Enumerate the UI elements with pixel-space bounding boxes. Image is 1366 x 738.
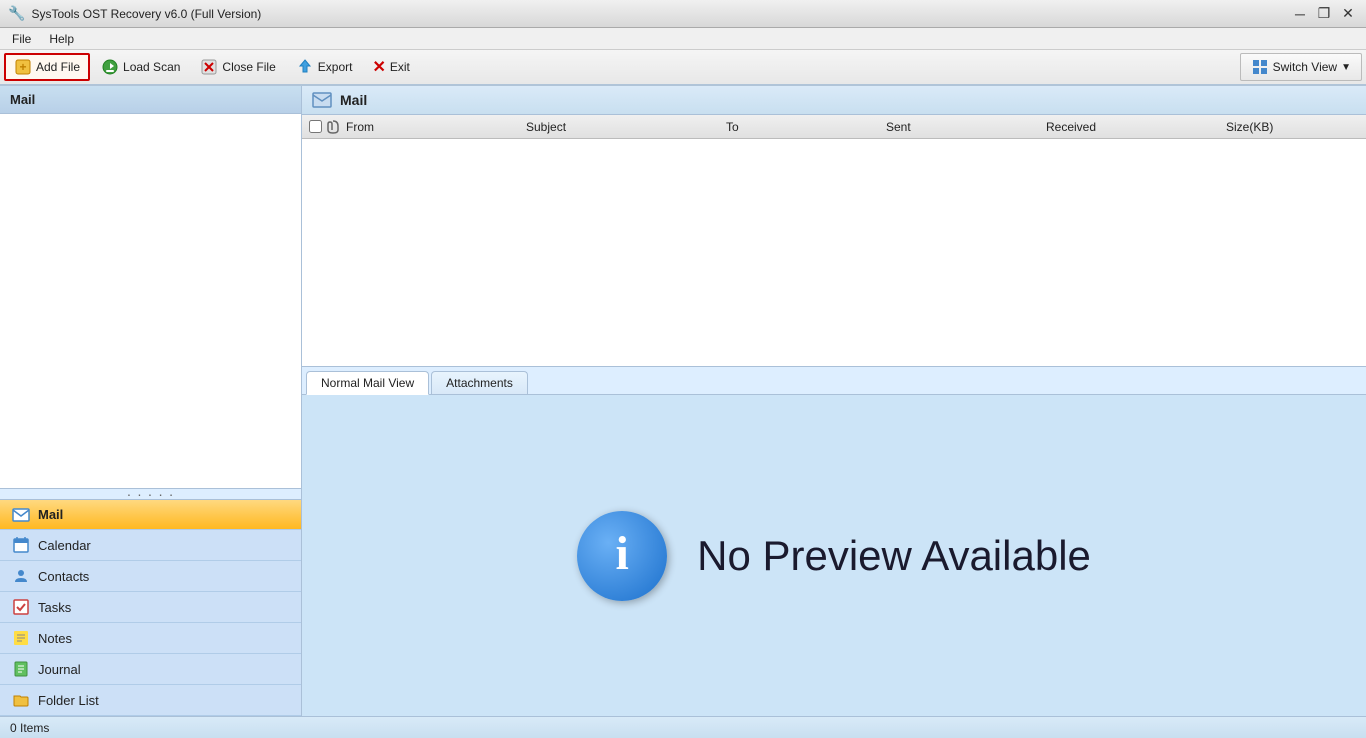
close-file-label: Close File — [222, 60, 275, 74]
restore-button[interactable]: ❐ — [1314, 4, 1334, 24]
mail-list-area[interactable] — [302, 139, 1366, 366]
status-item-count: 0 Items — [10, 721, 49, 735]
col-received-header: Received — [1042, 120, 1222, 134]
svg-text:+: + — [19, 60, 26, 74]
calendar-nav-icon — [12, 537, 30, 553]
notes-nav-icon — [12, 630, 30, 646]
mail-header-icon — [312, 92, 332, 108]
title-bar-controls: ─ ❐ ✕ — [1290, 4, 1358, 24]
col-attach-header — [324, 120, 342, 134]
col-check — [306, 120, 324, 133]
status-bar: 0 Items — [0, 716, 1366, 738]
tab-normal-mail-view[interactable]: Normal Mail View — [306, 371, 429, 395]
add-file-button[interactable]: + Add File — [4, 53, 90, 81]
toolbar-left: + Add File Load Scan — [4, 53, 419, 81]
export-button[interactable]: Export — [287, 53, 362, 81]
nav-item-mail[interactable]: Mail — [0, 500, 301, 530]
mail-panel-header: Mail — [302, 86, 1366, 115]
no-preview-text: No Preview Available — [697, 532, 1091, 580]
nav-item-notes[interactable]: Notes — [0, 623, 301, 654]
add-file-icon: + — [14, 58, 32, 76]
resize-divider[interactable]: · · · · · — [0, 488, 301, 500]
left-panel-title: Mail — [10, 92, 35, 107]
exit-label: Exit — [390, 60, 410, 74]
close-button[interactable]: ✕ — [1338, 4, 1358, 24]
load-scan-icon — [101, 58, 119, 76]
app-title: SysTools OST Recovery v6.0 (Full Version… — [31, 7, 261, 21]
nav-calendar-label: Calendar — [38, 538, 91, 553]
menu-bar: File Help — [0, 28, 1366, 50]
nav-item-tasks[interactable]: Tasks — [0, 592, 301, 623]
nav-mail-label: Mail — [38, 507, 63, 522]
nav-tasks-label: Tasks — [38, 600, 71, 615]
select-all-checkbox[interactable] — [309, 120, 322, 133]
nav-list: Mail Calendar — [0, 500, 301, 716]
col-sent-header: Sent — [882, 120, 1042, 134]
left-panel: Mail · · · · · Mail — [0, 86, 302, 716]
toolbar: + Add File Load Scan — [0, 50, 1366, 86]
bottom-section: Normal Mail View Attachments i No Previe… — [302, 366, 1366, 716]
switch-view-arrow: ▼ — [1341, 62, 1351, 73]
title-bar-left: 🔧 SysTools OST Recovery v6.0 (Full Versi… — [8, 5, 261, 22]
tab-bar: Normal Mail View Attachments — [302, 367, 1366, 395]
export-icon — [296, 58, 314, 76]
nav-item-journal[interactable]: Journal — [0, 654, 301, 685]
col-to-header: To — [722, 120, 882, 134]
switch-view-icon — [1251, 58, 1269, 76]
contacts-nav-icon — [12, 568, 30, 584]
tasks-nav-icon — [12, 599, 30, 615]
col-from-header: From — [342, 120, 522, 134]
tab-attachments-label: Attachments — [446, 376, 513, 390]
load-scan-label: Load Scan — [123, 60, 180, 74]
folderlist-nav-icon — [12, 692, 30, 708]
tab-attachments[interactable]: Attachments — [431, 371, 528, 394]
nav-notes-label: Notes — [38, 631, 72, 646]
nav-contacts-label: Contacts — [38, 569, 89, 584]
mail-nav-icon — [12, 508, 30, 522]
exit-icon: ✕ — [372, 57, 385, 77]
tab-normal-mail-view-label: Normal Mail View — [321, 376, 414, 390]
info-icon-letter: i — [615, 530, 628, 578]
info-icon: i — [577, 511, 667, 601]
nav-item-calendar[interactable]: Calendar — [0, 530, 301, 561]
menu-file[interactable]: File — [4, 30, 39, 48]
mail-panel-title: Mail — [340, 92, 367, 108]
minimize-button[interactable]: ─ — [1290, 4, 1310, 24]
switch-view-button[interactable]: Switch View ▼ — [1240, 53, 1362, 81]
nav-journal-label: Journal — [38, 662, 81, 677]
close-file-icon — [200, 58, 218, 76]
close-file-button[interactable]: Close File — [191, 53, 284, 81]
nav-item-folderlist[interactable]: Folder List — [0, 685, 301, 716]
add-file-label: Add File — [36, 60, 80, 74]
title-bar: 🔧 SysTools OST Recovery v6.0 (Full Versi… — [0, 0, 1366, 28]
menu-help[interactable]: Help — [41, 30, 82, 48]
left-panel-tree[interactable] — [0, 114, 301, 488]
preview-area: i No Preview Available — [302, 395, 1366, 716]
col-size-header: Size(KB) — [1222, 120, 1362, 134]
mail-table-header: From Subject To Sent Received Size(KB) — [302, 115, 1366, 139]
main-layout: Mail · · · · · Mail — [0, 86, 1366, 716]
exit-button[interactable]: ✕ Exit — [363, 53, 418, 81]
col-subject-header: Subject — [522, 120, 722, 134]
export-label: Export — [318, 60, 353, 74]
nav-folderlist-label: Folder List — [38, 693, 99, 708]
right-panel: Mail From Subject To Sent Received Size(… — [302, 86, 1366, 716]
load-scan-button[interactable]: Load Scan — [92, 53, 189, 81]
switch-view-label: Switch View — [1273, 60, 1337, 74]
nav-item-contacts[interactable]: Contacts — [0, 561, 301, 592]
left-panel-header: Mail — [0, 86, 301, 114]
journal-nav-icon — [12, 661, 30, 677]
